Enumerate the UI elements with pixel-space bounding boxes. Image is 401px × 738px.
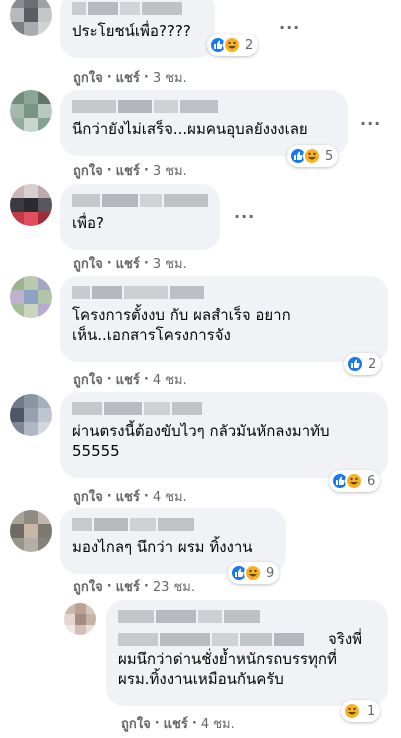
- reaction-summary[interactable]: 2: [207, 34, 259, 56]
- like-icon: [346, 355, 364, 373]
- separator: ·: [191, 716, 197, 731]
- commenter-name-blurred[interactable]: [72, 194, 208, 207]
- reaction-summary[interactable]: 2: [344, 353, 382, 375]
- haha-icon: [303, 147, 321, 165]
- timestamp[interactable]: 23 ชม.: [153, 576, 195, 597]
- like-button[interactable]: ถูกใจ: [73, 486, 103, 507]
- comment-text: โครงการตั้งงบ กับ ผลสำเร็จ อยาก เห็น..เอ…: [72, 306, 291, 344]
- reaction-count: 6: [367, 473, 376, 489]
- separator: ·: [143, 256, 149, 271]
- separator: ·: [154, 716, 160, 731]
- separator: ·: [106, 256, 112, 271]
- reaction-count: 1: [367, 703, 376, 719]
- commenter-name-blurred[interactable]: [118, 632, 304, 646]
- share-button[interactable]: แชร์: [116, 253, 140, 274]
- separator: ·: [143, 579, 149, 594]
- commenter-name-blurred[interactable]: [118, 610, 260, 623]
- haha-icon: [345, 472, 363, 490]
- separator: ·: [106, 579, 112, 594]
- reaction-count: 5: [325, 148, 334, 164]
- avatar[interactable]: [10, 90, 52, 132]
- reply-bubble: จริงพี่ ผมนึกว่าด่านชั่งย้ำหนักรถบรรทุกท…: [106, 600, 388, 706]
- comment-bubble: ประโยชน์เพื่อ????: [60, 0, 215, 58]
- reaction-count: 2: [245, 37, 254, 53]
- more-options-button[interactable]: ···: [360, 114, 381, 133]
- comment-actions: ถูกใจ · แชร์ · 4 ชม.: [73, 486, 187, 507]
- share-button[interactable]: แชร์: [116, 486, 140, 507]
- like-button[interactable]: ถูกใจ: [73, 253, 103, 274]
- separator: ·: [106, 163, 112, 178]
- reaction-summary[interactable]: 6: [329, 470, 381, 492]
- comment-actions: ถูกใจ · แชร์ · 4 ชม.: [73, 369, 187, 390]
- haha-icon: [223, 36, 241, 54]
- timestamp[interactable]: 3 ชม.: [153, 253, 187, 274]
- share-button[interactable]: แชร์: [116, 67, 140, 88]
- share-button[interactable]: แชร์: [164, 713, 188, 734]
- commenter-name-blurred[interactable]: [72, 100, 336, 113]
- comment-bubble: ผ่านตรงนี้ต้องขับไวๆ กลัวมันหักลงมาทับ 5…: [60, 392, 388, 478]
- more-options-button[interactable]: ···: [279, 18, 300, 37]
- avatar[interactable]: [10, 394, 52, 436]
- haha-icon: [343, 702, 361, 720]
- avatar[interactable]: [10, 184, 52, 226]
- separator: ·: [143, 163, 149, 178]
- commenter-name-blurred[interactable]: [72, 518, 274, 531]
- separator: ·: [143, 489, 149, 504]
- like-button[interactable]: ถูกใจ: [73, 576, 103, 597]
- comment-actions: ถูกใจ · แชร์ · 23 ชม.: [73, 576, 195, 597]
- share-button[interactable]: แชร์: [116, 160, 140, 181]
- reply-name-suffix: จริงพี่: [328, 630, 363, 648]
- separator: ·: [106, 70, 112, 85]
- commenter-name-blurred[interactable]: [72, 286, 376, 299]
- comment-bubble: เพื่อ?: [60, 184, 220, 250]
- haha-icon: [244, 564, 262, 582]
- avatar[interactable]: [10, 0, 52, 36]
- comment-actions: ถูกใจ · แชร์ · 3 ชม.: [73, 253, 187, 274]
- separator: ·: [106, 372, 112, 387]
- avatar[interactable]: [10, 276, 52, 318]
- comment-actions: ถูกใจ · แชร์ · 3 ชม.: [73, 160, 187, 181]
- avatar[interactable]: [10, 510, 52, 552]
- comment-actions: ถูกใจ · แชร์ · 3 ชม.: [73, 67, 187, 88]
- avatar[interactable]: [64, 603, 96, 635]
- more-options-button[interactable]: ···: [234, 207, 255, 226]
- separator: ·: [106, 489, 112, 504]
- timestamp[interactable]: 4 ชม.: [201, 713, 235, 734]
- timestamp[interactable]: 4 ชม.: [153, 369, 187, 390]
- commenter-name-blurred[interactable]: [72, 402, 376, 415]
- commenter-name-blurred[interactable]: [72, 2, 203, 15]
- timestamp[interactable]: 3 ชม.: [153, 160, 187, 181]
- comment-bubble: โครงการตั้งงบ กับ ผลสำเร็จ อยาก เห็น..เอ…: [60, 276, 388, 362]
- comment-text: ประโยชน์เพื่อ????: [72, 22, 191, 40]
- reply-actions: ถูกใจ · แชร์ · 4 ชม.: [121, 713, 235, 734]
- share-button[interactable]: แชร์: [116, 576, 140, 597]
- timestamp[interactable]: 4 ชม.: [153, 486, 187, 507]
- reaction-count: 9: [266, 565, 275, 581]
- comment-text: ผ่านตรงนี้ต้องขับไวๆ กลัวมันหักลงมาทับ 5…: [72, 422, 330, 460]
- like-button[interactable]: ถูกใจ: [73, 369, 103, 390]
- comment-text: เพื่อ?: [72, 214, 104, 232]
- separator: ·: [143, 372, 149, 387]
- comment-text: มองไกลๆ นึกว่า ผรม ทิ้งงาน: [72, 538, 253, 556]
- separator: ·: [143, 70, 149, 85]
- like-button[interactable]: ถูกใจ: [121, 713, 151, 734]
- timestamp[interactable]: 3 ชม.: [153, 67, 187, 88]
- reaction-count: 2: [368, 356, 377, 372]
- like-button[interactable]: ถูกใจ: [73, 67, 103, 88]
- like-button[interactable]: ถูกใจ: [73, 160, 103, 181]
- reaction-summary[interactable]: 1: [341, 700, 381, 722]
- reaction-summary[interactable]: 5: [287, 145, 339, 167]
- share-button[interactable]: แชร์: [116, 369, 140, 390]
- comment-text: นีกว่ายังไม่เสร็จ...ผมคนอุบลยังงงเลย: [72, 120, 308, 138]
- reply-text: ผมนึกว่าด่านชั่งย้ำหนักรถบรรทุกที่ ผรม.ท…: [118, 650, 337, 688]
- reaction-summary[interactable]: 9: [228, 562, 280, 584]
